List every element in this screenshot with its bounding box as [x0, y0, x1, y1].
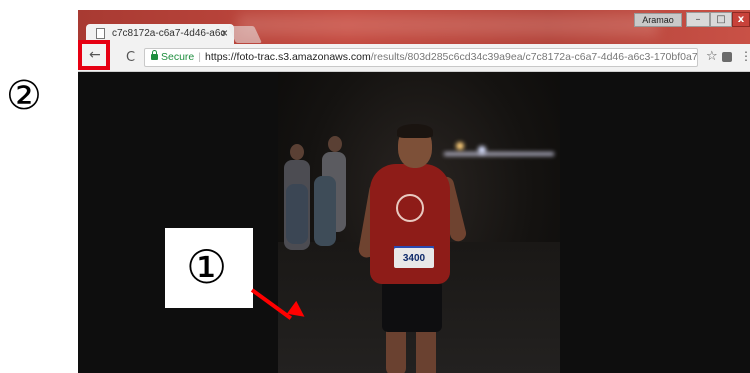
tab-title: c7c8172a-c6a7-4d46-a6c — [112, 28, 226, 39]
browser-window: c7c8172a-c6a7-4d46-a6c × Aramao – □ x C … — [78, 10, 750, 373]
race-bib: 3400 — [394, 248, 434, 268]
page-viewport: 3400 — [78, 72, 750, 373]
profile-button[interactable]: Aramao — [634, 13, 682, 27]
spectator — [286, 184, 308, 244]
street-light — [444, 152, 554, 156]
extension-icon[interactable] — [722, 52, 732, 62]
title-bar: c7c8172a-c6a7-4d46-a6c × Aramao – □ x — [78, 10, 750, 44]
url-separator: | — [198, 51, 202, 63]
close-icon[interactable]: × — [221, 26, 228, 40]
close-window-button[interactable]: x — [732, 12, 750, 27]
back-button-highlight[interactable]: ← — [78, 40, 110, 70]
secure-label: Secure — [161, 51, 195, 63]
lock-icon — [151, 50, 158, 60]
step-marker-1: ① — [186, 240, 228, 294]
step-marker-2: ② — [6, 73, 42, 119]
browser-toolbar: C Secure | https://foto-trac.s3.amazonaws.… — [78, 44, 750, 72]
back-arrow-icon[interactable]: ← — [89, 47, 101, 63]
shirt-logo — [396, 194, 424, 222]
runner-shorts — [382, 280, 442, 332]
page-icon — [96, 28, 105, 39]
address-bar[interactable]: Secure | https://foto-trac.s3.amazonaws.co… — [144, 48, 698, 67]
menu-icon[interactable]: ⋮ — [740, 49, 750, 63]
spectator — [314, 176, 336, 246]
spectator-head — [290, 144, 304, 160]
reload-icon[interactable]: C — [126, 50, 135, 65]
race-photo[interactable]: 3400 — [278, 72, 560, 373]
light-glow — [456, 142, 464, 150]
bookmark-star-icon[interactable]: ☆ — [706, 49, 718, 64]
titlebar-background — [238, 14, 658, 36]
light-glow — [478, 146, 486, 154]
url-host: https://foto-trac.s3.amazonaws.com — [205, 51, 371, 63]
maximize-button[interactable]: □ — [710, 12, 732, 27]
runner-hair — [397, 124, 433, 138]
minimize-button[interactable]: – — [686, 12, 710, 27]
spectator-head — [328, 136, 342, 152]
url-path: /results/803d285c6cd34c39a9ea/c7c8172a-c… — [370, 51, 698, 63]
